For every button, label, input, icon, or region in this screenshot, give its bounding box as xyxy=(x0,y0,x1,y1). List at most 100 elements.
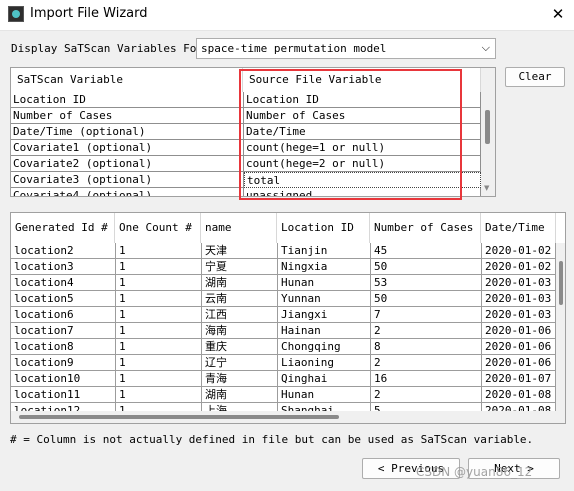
date-time-cell: 2020-01-02 xyxy=(482,243,556,259)
date-time-cell: 2020-01-06 xyxy=(482,339,556,355)
column-header-number-of-cases[interactable]: Number of Cases xyxy=(370,213,481,243)
chevron-down-icon[interactable]: ⌵ xyxy=(482,41,490,55)
one-count-cell: 1 xyxy=(116,355,202,371)
source-variable-cell[interactable]: Number of Cases xyxy=(244,108,481,124)
variable-table-scrollbar[interactable]: ▼ xyxy=(481,68,495,196)
column-header-date-time[interactable]: Date/Time xyxy=(481,213,556,243)
source-variable-cell[interactable]: count(hege=1 or null) xyxy=(244,140,481,156)
window-title: Import File Wizard xyxy=(30,6,148,21)
data-table-vertical-scrollbar[interactable] xyxy=(556,243,565,423)
table-row[interactable]: location8 1 重庆 Chongqing 8 2020-01-06 xyxy=(11,339,556,355)
date-time-cell: 2020-01-03 xyxy=(482,291,556,307)
satscan-variable-cell: Location ID xyxy=(11,92,244,108)
table-row[interactable]: Covariate4 (optional) unassigned xyxy=(11,188,481,196)
generated-id-cell: location4 xyxy=(11,275,116,291)
display-variables-label: Display SaTScan Variables For: xyxy=(11,42,210,55)
variable-mapping-table: SaTScan Variable Source File Variable Lo… xyxy=(10,67,496,197)
number-of-cases-cell: 7 xyxy=(371,307,482,323)
column-header-one-count[interactable]: One Count # xyxy=(115,213,201,243)
column-header-source-file-variable[interactable]: Source File Variable xyxy=(243,68,481,92)
generated-id-cell: location9 xyxy=(11,355,116,371)
previous-button[interactable]: < Previous xyxy=(362,458,460,479)
one-count-cell: 1 xyxy=(116,275,202,291)
scrollbar-thumb[interactable] xyxy=(485,110,490,144)
generated-id-cell: location2 xyxy=(11,243,116,259)
satscan-variable-cell: Date/Time (optional) xyxy=(11,124,244,140)
column-header-name[interactable]: name xyxy=(201,213,277,243)
close-icon[interactable]: ✕ xyxy=(548,5,568,25)
name-cell: 宁夏 xyxy=(202,259,278,275)
number-of-cases-cell: 50 xyxy=(371,291,482,307)
location-id-cell: Ningxia xyxy=(278,259,371,275)
satscan-variable-cell: Number of Cases xyxy=(11,108,244,124)
number-of-cases-cell: 2 xyxy=(371,387,482,403)
table-row[interactable]: location5 1 云南 Yunnan 50 2020-01-03 xyxy=(11,291,556,307)
column-header-satscan-variable[interactable]: SaTScan Variable xyxy=(11,68,243,92)
table-row[interactable]: Location ID Location ID xyxy=(11,92,481,108)
scroll-down-icon[interactable]: ▼ xyxy=(484,184,489,192)
location-id-cell: Chongqing xyxy=(278,339,371,355)
table-row[interactable]: Covariate1 (optional) count(hege=1 or nu… xyxy=(11,140,481,156)
name-cell: 重庆 xyxy=(202,339,278,355)
table-row[interactable]: location3 1 宁夏 Ningxia 50 2020-01-02 xyxy=(11,259,556,275)
next-button[interactable]: Next > xyxy=(468,458,560,479)
data-table-horizontal-scrollbar[interactable] xyxy=(11,411,556,423)
satscan-variable-cell: Covariate1 (optional) xyxy=(11,140,244,156)
table-row[interactable]: Covariate2 (optional) count(hege=2 or nu… xyxy=(11,156,481,172)
clear-button[interactable]: Clear xyxy=(505,67,565,87)
column-header-location-id[interactable]: Location ID xyxy=(277,213,370,243)
table-row[interactable]: location6 1 江西 Jiangxi 7 2020-01-03 xyxy=(11,307,556,323)
one-count-cell: 1 xyxy=(116,339,202,355)
source-variable-cell[interactable]: total xyxy=(244,172,481,188)
generated-id-cell: location11 xyxy=(11,387,116,403)
scrollbar-thumb[interactable] xyxy=(559,261,563,305)
source-variable-cell[interactable]: unassigned xyxy=(244,188,481,196)
name-cell: 天津 xyxy=(202,243,278,259)
table-row[interactable]: Covariate3 (optional) total xyxy=(11,172,481,188)
table-row[interactable]: Number of Cases Number of Cases xyxy=(11,108,481,124)
one-count-cell: 1 xyxy=(116,259,202,275)
model-select-value: space-time permutation model xyxy=(201,42,387,55)
one-count-cell: 1 xyxy=(116,291,202,307)
location-id-cell: Jiangxi xyxy=(278,307,371,323)
source-variable-cell[interactable]: count(hege=2 or null) xyxy=(244,156,481,172)
table-row[interactable]: location11 1 湖南 Hunan 2 2020-01-08 xyxy=(11,387,556,403)
name-cell: 湖南 xyxy=(202,275,278,291)
number-of-cases-cell: 2 xyxy=(371,355,482,371)
table-row[interactable]: location9 1 辽宁 Liaoning 2 2020-01-06 xyxy=(11,355,556,371)
generated-id-cell: location10 xyxy=(11,371,116,387)
location-id-cell: Tianjin xyxy=(278,243,371,259)
name-cell: 辽宁 xyxy=(202,355,278,371)
location-id-cell: Hunan xyxy=(278,275,371,291)
source-data-table: Generated Id # One Count # name Location… xyxy=(10,212,566,424)
table-row[interactable]: Date/Time (optional) Date/Time xyxy=(11,124,481,140)
number-of-cases-cell: 50 xyxy=(371,259,482,275)
table-row[interactable]: location4 1 湖南 Hunan 53 2020-01-03 xyxy=(11,275,556,291)
satscan-variable-cell: Covariate3 (optional) xyxy=(11,172,244,188)
date-time-cell: 2020-01-06 xyxy=(482,323,556,339)
table-row[interactable]: location7 1 海南 Hainan 2 2020-01-06 xyxy=(11,323,556,339)
name-cell: 江西 xyxy=(202,307,278,323)
scrollbar-thumb[interactable] xyxy=(19,415,339,419)
source-variable-cell[interactable]: Location ID xyxy=(244,92,481,108)
table-row[interactable]: location10 1 青海 Qinghai 16 2020-01-07 xyxy=(11,371,556,387)
one-count-cell: 1 xyxy=(116,371,202,387)
name-cell: 海南 xyxy=(202,323,278,339)
date-time-cell: 2020-01-08 xyxy=(482,387,556,403)
location-id-cell: Liaoning xyxy=(278,355,371,371)
generated-id-cell: location7 xyxy=(11,323,116,339)
source-variable-cell[interactable]: Date/Time xyxy=(244,124,481,140)
one-count-cell: 1 xyxy=(116,387,202,403)
number-of-cases-cell: 16 xyxy=(371,371,482,387)
number-of-cases-cell: 2 xyxy=(371,323,482,339)
location-id-cell: Hainan xyxy=(278,323,371,339)
table-row[interactable]: location2 1 天津 Tianjin 45 2020-01-02 xyxy=(11,243,556,259)
one-count-cell: 1 xyxy=(116,243,202,259)
number-of-cases-cell: 45 xyxy=(371,243,482,259)
column-header-generated-id[interactable]: Generated Id # xyxy=(11,213,115,243)
satscan-variable-cell: Covariate4 (optional) xyxy=(11,188,244,196)
model-select[interactable]: space-time permutation model ⌵ xyxy=(196,38,496,59)
location-id-cell: Qinghai xyxy=(278,371,371,387)
title-bar: Import File Wizard ✕ xyxy=(0,0,574,31)
date-time-cell: 2020-01-02 xyxy=(482,259,556,275)
